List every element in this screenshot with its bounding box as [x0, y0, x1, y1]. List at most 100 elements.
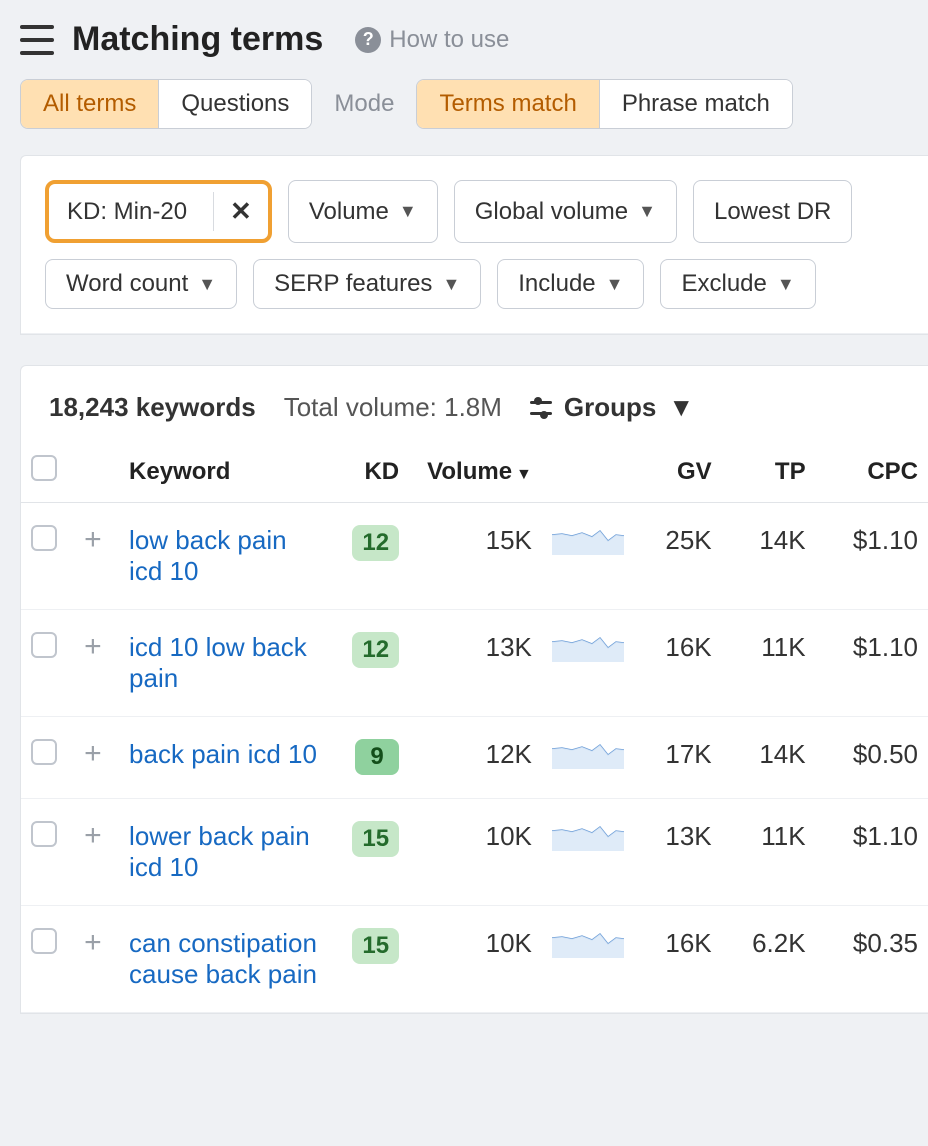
chevron-down-icon: ▼: [668, 392, 694, 423]
filter-chip-lowest-dr[interactable]: Lowest DR: [693, 180, 852, 243]
cell-tp: 14K: [722, 717, 816, 799]
cell-cpc: $1.10: [816, 610, 928, 717]
filter-chip-serp-features[interactable]: SERP features ▼: [253, 259, 481, 309]
cell-gv: 13K: [628, 799, 722, 906]
keyword-link[interactable]: icd 10 low back pain: [129, 632, 307, 693]
kd-badge: 15: [352, 821, 399, 857]
cell-volume: 13K: [409, 610, 542, 717]
table-row: + can constipation cause back pain 15 10K 16…: [21, 906, 928, 1013]
keyword-count: 18,243 keywords: [49, 392, 256, 423]
tabs-row: All terms Questions Mode Terms match Phr…: [0, 71, 928, 155]
tab-terms-match[interactable]: Terms match: [417, 80, 598, 128]
row-checkbox[interactable]: [31, 928, 57, 954]
cell-volume: 15K: [409, 503, 542, 610]
help-icon: ?: [355, 27, 381, 53]
col-tp[interactable]: TP: [722, 441, 816, 503]
groups-label: Groups: [564, 392, 656, 423]
how-to-use-link[interactable]: ? How to use: [355, 26, 509, 54]
filter-chip-global-volume[interactable]: Global volume ▼: [454, 180, 677, 243]
keyword-link[interactable]: low back pain icd 10: [129, 525, 287, 586]
expand-icon[interactable]: +: [84, 931, 110, 957]
chevron-down-icon: ▼: [638, 201, 656, 222]
filter-chip-include[interactable]: Include ▼: [497, 259, 644, 309]
summary-row: 18,243 keywords Total volume: 1.8M Group…: [21, 366, 928, 441]
chevron-down-icon: ▼: [606, 274, 624, 295]
cell-tp: 11K: [722, 799, 816, 906]
cell-cpc: $0.35: [816, 906, 928, 1013]
trend-sparkline: [552, 821, 624, 851]
kd-badge: 9: [355, 739, 399, 775]
col-keyword[interactable]: Keyword: [119, 441, 333, 503]
cell-cpc: $1.10: [816, 799, 928, 906]
sliders-icon: [530, 397, 552, 419]
expand-icon[interactable]: +: [84, 528, 110, 554]
filter-chip-exclude[interactable]: Exclude ▼: [660, 259, 815, 309]
filter-chip-volume[interactable]: Volume ▼: [288, 180, 438, 243]
cell-gv: 16K: [628, 906, 722, 1013]
trend-sparkline: [552, 525, 624, 555]
cell-tp: 14K: [722, 503, 816, 610]
total-volume: Total volume: 1.8M: [284, 392, 502, 423]
spacer: [0, 335, 928, 365]
expand-icon[interactable]: +: [84, 635, 110, 661]
select-all-checkbox[interactable]: [31, 455, 57, 481]
chevron-down-icon: ▼: [198, 274, 216, 295]
col-cpc[interactable]: CPC: [816, 441, 928, 503]
row-checkbox[interactable]: [31, 525, 57, 551]
keyword-link[interactable]: lower back pain icd 10: [129, 821, 310, 882]
sort-desc-icon: ▼: [516, 466, 532, 483]
filters-panel: KD: Min-20 ✕ Volume ▼ Global volume ▼ Lo…: [20, 155, 928, 335]
cell-gv: 25K: [628, 503, 722, 610]
tab-all-terms[interactable]: All terms: [21, 80, 158, 128]
keyword-link[interactable]: back pain icd 10: [129, 739, 317, 769]
cell-gv: 17K: [628, 717, 722, 799]
filter-chip-kd-active[interactable]: KD: Min-20 ✕: [45, 180, 272, 243]
trend-sparkline: [552, 928, 624, 958]
menu-icon[interactable]: [20, 25, 54, 55]
expand-icon[interactable]: +: [84, 824, 110, 850]
mode-label: Mode: [334, 90, 394, 118]
expand-icon[interactable]: +: [84, 742, 110, 768]
cell-tp: 6.2K: [722, 906, 816, 1013]
cell-tp: 11K: [722, 610, 816, 717]
keywords-table: Keyword KD Volume▼ GV TP CPC + low back p…: [21, 441, 928, 1013]
filters-bar: KD: Min-20 ✕ Volume ▼ Global volume ▼ Lo…: [21, 156, 928, 334]
col-gv[interactable]: GV: [628, 441, 722, 503]
trend-sparkline: [552, 739, 624, 769]
filter-chip-kd-label: KD: Min-20: [67, 198, 203, 226]
tab-phrase-match[interactable]: Phrase match: [599, 80, 792, 128]
row-checkbox[interactable]: [31, 632, 57, 658]
page-header: Matching terms ? How to use: [0, 0, 928, 71]
cell-cpc: $1.10: [816, 503, 928, 610]
cell-cpc: $0.50: [816, 717, 928, 799]
cell-volume: 10K: [409, 799, 542, 906]
kd-badge: 12: [352, 525, 399, 561]
keyword-link[interactable]: can constipation cause back pain: [129, 928, 317, 989]
results-panel: 18,243 keywords Total volume: 1.8M Group…: [20, 365, 928, 1014]
mode-segmented: Terms match Phrase match: [416, 79, 792, 129]
row-checkbox[interactable]: [31, 739, 57, 765]
kd-badge: 15: [352, 928, 399, 964]
cell-volume: 10K: [409, 906, 542, 1013]
chevron-down-icon: ▼: [399, 201, 417, 222]
table-row: + lower back pain icd 10 15 10K 13K11K$1.10: [21, 799, 928, 906]
how-to-use-label: How to use: [389, 26, 509, 54]
cell-gv: 16K: [628, 610, 722, 717]
chevron-down-icon: ▼: [777, 274, 795, 295]
kd-badge: 12: [352, 632, 399, 668]
tab-questions[interactable]: Questions: [158, 80, 311, 128]
table-header-row: Keyword KD Volume▼ GV TP CPC: [21, 441, 928, 503]
table-row: + icd 10 low back pain 12 13K 16K11K$1.10: [21, 610, 928, 717]
page-title: Matching terms: [72, 20, 323, 59]
trend-sparkline: [552, 632, 624, 662]
filter-chip-word-count[interactable]: Word count ▼: [45, 259, 237, 309]
col-kd[interactable]: KD: [334, 441, 410, 503]
row-checkbox[interactable]: [31, 821, 57, 847]
table-row: + low back pain icd 10 12 15K 25K14K$1.10: [21, 503, 928, 610]
close-icon[interactable]: ✕: [213, 192, 268, 231]
groups-toggle[interactable]: Groups ▼: [530, 392, 694, 423]
chevron-down-icon: ▼: [442, 274, 460, 295]
type-segmented: All terms Questions: [20, 79, 312, 129]
col-volume[interactable]: Volume▼: [409, 441, 542, 503]
table-row: +back pain icd 10912K17K14K$0.50: [21, 717, 928, 799]
